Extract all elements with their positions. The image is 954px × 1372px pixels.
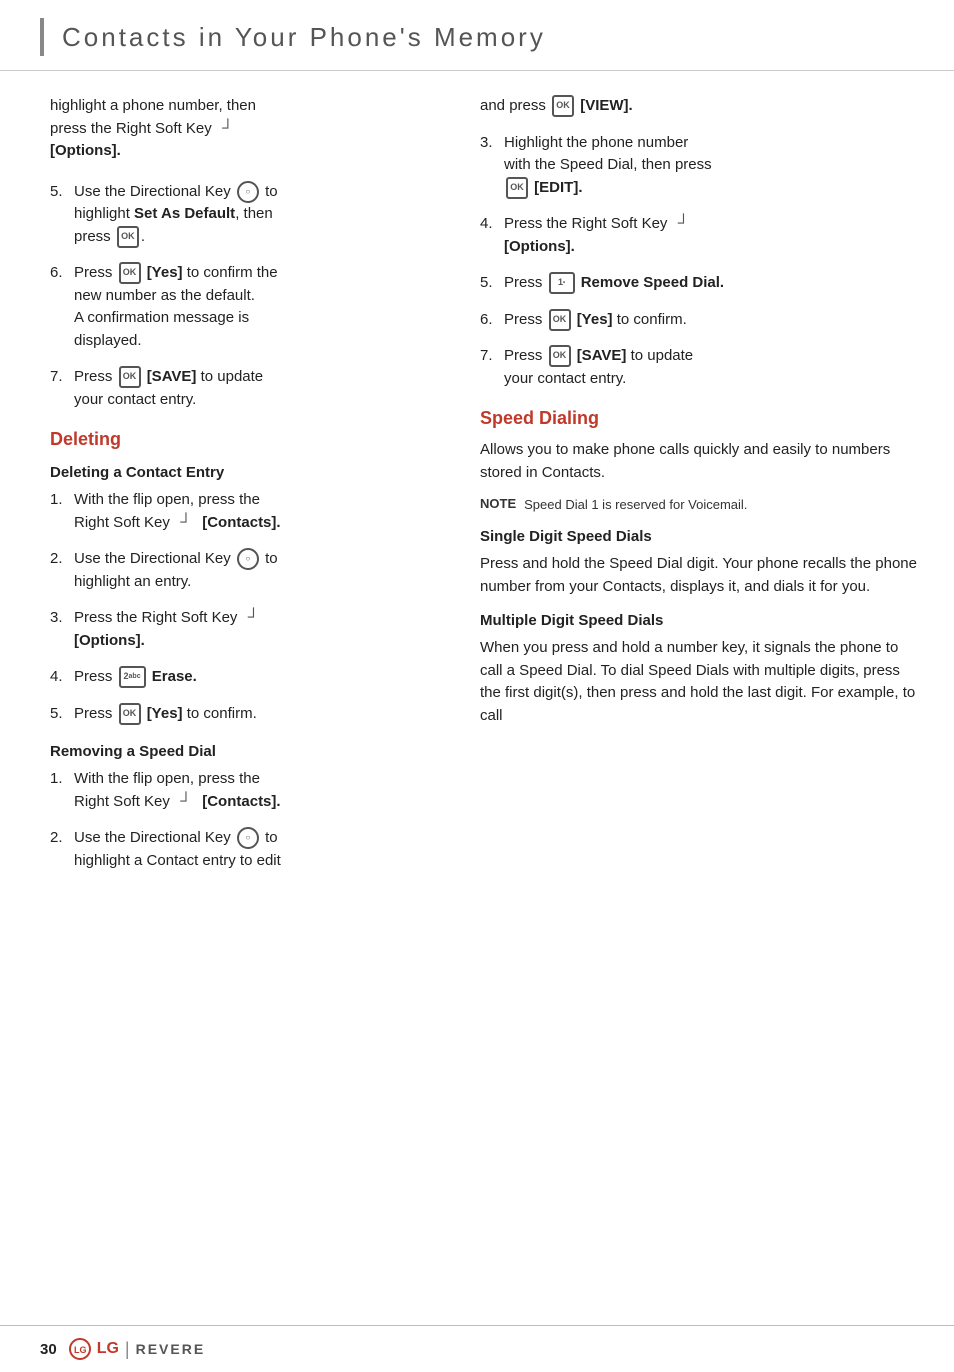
list-item: 1. With the flip open, press the Right S… [50,768,430,813]
and-press-view: and press OK [VIEW]. [480,95,924,118]
footer-separator: | [125,1339,130,1360]
lg-logo-icon: LG [69,1338,91,1360]
list-item: 4. Press the Right Soft Key ┘ [Options]. [480,213,924,258]
svg-text:LG: LG [74,1345,87,1355]
right-soft-key-icon: ┘ [218,119,238,139]
multiple-digit-text: When you press and hold a number key, it… [480,637,924,727]
ok-key-icon: OK [552,95,574,117]
list-item: 6. Press OK [Yes] to confirm. [480,309,924,332]
list-item: 5. Use the Directional Key ○ to highligh… [50,181,430,249]
key-2abc-icon: 2abc [119,666,146,688]
ok-key-icon: OK [506,177,528,199]
footer-logo: LG LG | REVERE [69,1338,205,1360]
list-item: 3. Highlight the phone number with the S… [480,132,924,200]
speed-dialing-intro: Allows you to make phone calls quickly a… [480,439,924,484]
directional-key-icon: ○ [237,181,259,203]
multiple-digit-heading: Multiple Digit Speed Dials [480,612,924,629]
single-digit-heading: Single Digit Speed Dials [480,528,924,545]
deleting-list: 1. With the flip open, press the Right S… [50,489,430,725]
list-item: 2. Use the Directional Key ○ to highligh… [50,827,430,872]
right-soft-key-icon: ┘ [244,608,264,628]
key-1-icon: 1• [549,272,575,294]
list-item: 5. Press OK [Yes] to confirm. [50,703,430,726]
left-column: highlight a phone number, then press the… [0,95,460,1325]
note-block: NOTE Speed Dial 1 is reserved for Voicem… [480,496,924,514]
ok-key-icon: OK [549,345,571,367]
intro-options: [Options]. [50,142,121,159]
deleting-heading: Deleting [50,429,430,450]
note-text: Speed Dial 1 is reserved for Voicemail. [524,496,747,514]
directional-key-icon: ○ [237,548,259,570]
right-column: and press OK [VIEW]. 3. Highlight the ph… [460,95,954,1325]
intro-paragraph: highlight a phone number, then press the… [50,95,430,163]
ok-key-icon: OK [119,366,141,388]
page-header: Contacts in Your Phone's Memory [0,0,954,71]
intro-line1: highlight a phone number, then [50,97,256,114]
ok-key-icon: OK [119,262,141,284]
removing-speed-dial-heading: Removing a Speed Dial [50,743,430,760]
ok-key-icon: OK [119,703,141,725]
list-item: 7. Press OK [SAVE] to update your contac… [50,366,430,411]
list-item: 1. With the flip open, press the Right S… [50,489,430,534]
list-item: 5. Press 1• Remove Speed Dial. [480,272,924,295]
page-title: Contacts in Your Phone's Memory [62,22,546,53]
footer-brand-text: REVERE [136,1341,206,1357]
list-item: 2. Use the Directional Key ○ to highligh… [50,548,430,593]
upper-steps-list: 5. Use the Directional Key ○ to highligh… [50,181,430,412]
removing-continued-list: 3. Highlight the phone number with the S… [480,132,924,391]
list-item: 4. Press 2abc Erase. [50,666,430,689]
directional-key-icon: ○ [237,827,259,849]
note-label: NOTE [480,496,516,511]
list-item: 3. Press the Right Soft Key ┘ [Options]. [50,607,430,652]
page-footer: 30 LG LG | REVERE [0,1325,954,1372]
ok-key-icon: OK [549,309,571,331]
removing-list: 1. With the flip open, press the Right S… [50,768,430,872]
footer-lg-text: LG [97,1340,119,1358]
single-digit-text: Press and hold the Speed Dial digit. You… [480,553,924,598]
content-area: highlight a phone number, then press the… [0,71,954,1325]
page-wrapper: Contacts in Your Phone's Memory highligh… [0,0,954,1372]
right-soft-key-icon: ┘ [176,792,196,812]
page-number: 30 [40,1341,57,1358]
list-item: 7. Press OK [SAVE] to update your contac… [480,345,924,390]
speed-dialing-heading: Speed Dialing [480,408,924,429]
right-soft-key-icon: ┘ [176,513,196,533]
intro-line2: press the Right Soft Key ┘ [50,120,240,137]
right-soft-key-icon: ┘ [674,214,694,234]
list-item: 6. Press OK [Yes] to confirm the new num… [50,262,430,352]
ok-key-icon: OK [117,226,139,248]
deleting-contact-subheading: Deleting a Contact Entry [50,464,430,481]
header-accent [40,18,44,56]
